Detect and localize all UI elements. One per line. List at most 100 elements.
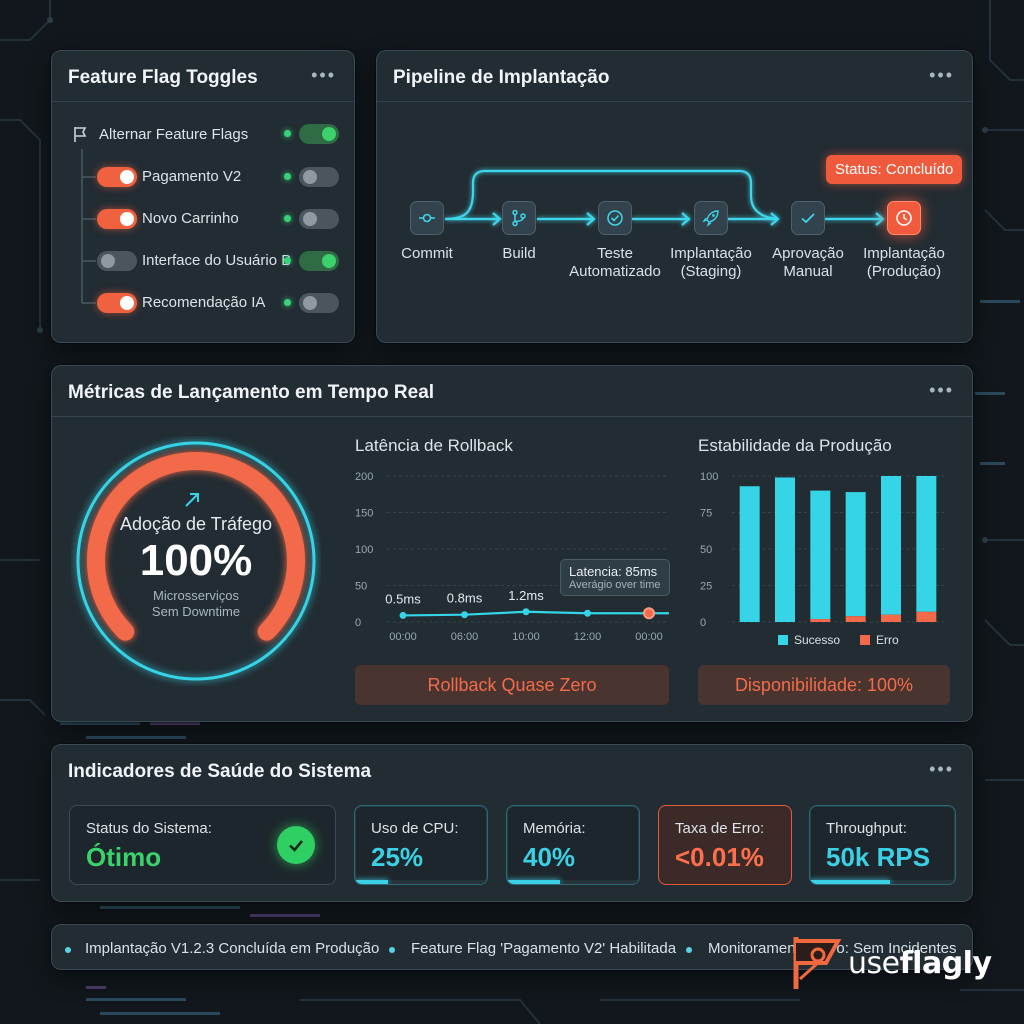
brand-logo-icon bbox=[793, 937, 842, 989]
toggle-status-recomendacao-ia[interactable] bbox=[299, 293, 339, 313]
health-title: Indicadores de Saúde do Sistema bbox=[68, 761, 372, 782]
bar-sucesso bbox=[916, 476, 937, 612]
status-dot bbox=[284, 257, 291, 264]
toggle-pagamento-v2[interactable] bbox=[97, 167, 137, 187]
logo-text-light: use bbox=[848, 946, 900, 981]
latency-point bbox=[643, 607, 655, 620]
bar-sucesso bbox=[810, 490, 831, 620]
check-circle-icon bbox=[598, 201, 632, 235]
memory-value: 40% bbox=[523, 842, 576, 872]
toggle-status-pagamento-v2[interactable] bbox=[299, 167, 339, 187]
cpu-card: Uso de CPU: 25% bbox=[354, 805, 488, 885]
flag-label-novo-carrinho: Novo Carrinho bbox=[142, 210, 239, 227]
memory-bar-fill bbox=[507, 880, 560, 884]
stage-label-line1: Teste bbox=[597, 245, 633, 262]
status-label: Status do Sistema: bbox=[86, 820, 212, 837]
error-rate-value: <0.01% bbox=[675, 842, 764, 872]
bar-sucesso bbox=[739, 486, 760, 622]
cpu-bar-fill bbox=[355, 880, 388, 884]
more-options-icon[interactable]: ••• bbox=[929, 380, 954, 401]
x-tick-label: 00:00 bbox=[635, 631, 663, 643]
legend-label-sucesso: Sucesso bbox=[794, 633, 840, 647]
bullet-dot bbox=[65, 947, 71, 953]
latency-point bbox=[461, 611, 468, 619]
error-rate-card: Taxa de Erro: <0.01% bbox=[658, 805, 792, 885]
gauge-sub-1: Microsserviços bbox=[153, 588, 239, 603]
tooltip-title: Latencia: 85ms bbox=[569, 564, 658, 579]
commit-icon bbox=[410, 201, 444, 235]
flag-label-pagamento-v2: Pagamento V2 bbox=[142, 168, 242, 185]
throughput-label: Throughput: bbox=[826, 820, 907, 837]
gauge-sub-2: Sem Downtime bbox=[151, 604, 241, 619]
x-tick-label: 00:00 bbox=[389, 631, 417, 643]
stability-banner: Disponibilidade: 100% bbox=[698, 665, 950, 705]
stage-label-line1: Implantação bbox=[863, 245, 945, 262]
stage-label-line2: Manual bbox=[783, 263, 833, 280]
stage-label-line2: (Staging) bbox=[680, 263, 742, 280]
toggle-status-novo-carrinho[interactable] bbox=[299, 209, 339, 229]
gauge-label: Adoção de Tráfego bbox=[119, 514, 273, 534]
latency-chart-title: Latência de Rollback bbox=[355, 436, 513, 455]
latency-banner: Rollback Quase Zero bbox=[355, 665, 669, 705]
y-tick-label: 200 bbox=[355, 471, 373, 483]
ticker-item: Implantação V1.2.3 Concluída em Produção bbox=[85, 940, 380, 957]
brand-logo-text: useflagly bbox=[848, 946, 992, 981]
latency-point bbox=[522, 608, 530, 616]
divider bbox=[52, 416, 972, 417]
pipeline-panel: Pipeline de Implantação ••• Commit Build… bbox=[376, 50, 973, 343]
latency-point bbox=[399, 611, 407, 619]
status-value: Ótimo bbox=[86, 842, 162, 872]
rocket-icon bbox=[694, 201, 728, 235]
metrics-panel: Métricas de Lançamento em Tempo Real •••… bbox=[51, 365, 973, 722]
x-tick-label: 12:00 bbox=[574, 631, 602, 643]
toggle-recomendacao-ia[interactable] bbox=[97, 293, 137, 313]
pipeline-connectors bbox=[444, 169, 885, 226]
feature-flags-panel: Feature Flag Toggles ••• Alternar Featur… bbox=[51, 50, 355, 343]
master-toggle[interactable] bbox=[299, 124, 339, 144]
bar-erro bbox=[810, 619, 831, 622]
y-tick-label: 75 bbox=[700, 508, 712, 520]
latency-point-label: 0.8ms bbox=[447, 591, 483, 606]
throughput-bar-fill bbox=[810, 880, 890, 884]
latency-tooltip: Latencia: 85ms Averágio over time bbox=[560, 559, 670, 596]
stage-label-line1: Aprovação bbox=[772, 245, 844, 262]
y-tick-label: 50 bbox=[700, 544, 712, 556]
bar-erro bbox=[881, 614, 901, 622]
stage-label-line1: Implantação bbox=[670, 245, 752, 262]
bar-erro bbox=[916, 611, 937, 622]
check-badge-icon bbox=[277, 826, 315, 864]
stage-label-line2: (Produção) bbox=[866, 263, 942, 280]
status-dot bbox=[284, 215, 291, 222]
throughput-bar-track bbox=[810, 880, 955, 884]
toggle-status-interface-usuario-b[interactable] bbox=[299, 251, 339, 271]
status-dot bbox=[284, 299, 291, 306]
memory-bar-track bbox=[507, 880, 639, 884]
clock-icon bbox=[887, 201, 921, 235]
system-status-card: Status do Sistema: Ótimo bbox=[69, 805, 336, 885]
toggle-interface-usuario-b[interactable] bbox=[97, 251, 137, 271]
legend-label-erro: Erro bbox=[876, 633, 899, 647]
master-toggle-label: Alternar Feature Flags bbox=[99, 126, 249, 143]
latency-point-label: 0.5ms bbox=[385, 591, 421, 606]
y-tick-label: 100 bbox=[700, 471, 718, 483]
x-tick-label: 10:00 bbox=[512, 631, 540, 643]
cpu-label: Uso de CPU: bbox=[371, 820, 459, 837]
stability-chart: 100 75 50 25 0 Sucesso Erro bbox=[700, 471, 944, 647]
y-tick-label: 50 bbox=[355, 581, 367, 593]
ticker-item: Feature Flag 'Pagamento V2' Habilitada bbox=[411, 940, 677, 957]
cpu-bar-track bbox=[355, 880, 487, 884]
throughput-value: 50k RPS bbox=[826, 842, 931, 872]
x-tick-label: 06:00 bbox=[451, 631, 479, 643]
latency-point-label: 1.2ms bbox=[508, 588, 544, 603]
bar-sucesso bbox=[881, 476, 901, 615]
status-dot bbox=[284, 130, 291, 137]
more-options-icon[interactable]: ••• bbox=[929, 759, 954, 780]
bullet-dot bbox=[389, 947, 395, 953]
y-tick-label: 100 bbox=[355, 544, 373, 556]
logo-text-bold: flagly bbox=[899, 946, 992, 981]
toggle-novo-carrinho[interactable] bbox=[97, 209, 137, 229]
stage-label: Implantação (Produção) bbox=[839, 245, 969, 281]
latency-series-line bbox=[402, 610, 669, 617]
bar-sucesso bbox=[845, 492, 866, 617]
stage-producao[interactable]: Implantação (Produção) bbox=[839, 201, 969, 281]
